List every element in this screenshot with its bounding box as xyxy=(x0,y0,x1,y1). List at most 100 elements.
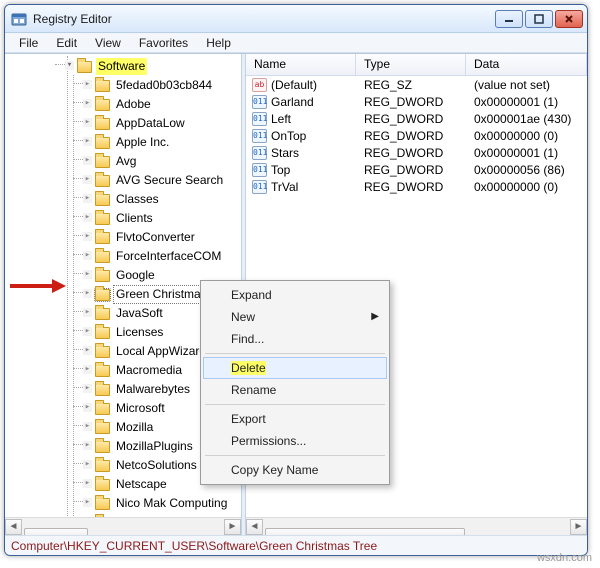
tree-item[interactable]: Adobe xyxy=(83,94,241,113)
tree-root-label[interactable]: Software xyxy=(96,58,147,75)
tree-item-label[interactable]: Google xyxy=(114,267,157,284)
expand-toggle-icon[interactable] xyxy=(83,270,92,279)
tree-item-label[interactable]: Malwarebytes xyxy=(114,381,192,398)
expand-toggle-icon[interactable] xyxy=(83,422,92,431)
tree-item-label[interactable]: Mozilla xyxy=(114,419,155,436)
context-menu-item[interactable]: Export xyxy=(203,408,387,430)
tree-item-label[interactable]: Microsoft xyxy=(114,400,167,417)
maximize-button[interactable] xyxy=(525,10,553,28)
menubar: File Edit View Favorites Help xyxy=(5,33,587,53)
scroll-thumb[interactable] xyxy=(265,528,465,536)
tree-item-label[interactable]: Clients xyxy=(114,210,155,227)
value-row[interactable]: 011LeftREG_DWORD0x000001ae (430) xyxy=(246,110,587,127)
expand-toggle-icon[interactable] xyxy=(83,156,92,165)
expand-toggle-icon[interactable] xyxy=(83,403,92,412)
value-row[interactable]: 011TrValREG_DWORD0x00000000 (0) xyxy=(246,178,587,195)
tree-hscrollbar[interactable]: ◄ ► xyxy=(5,517,241,535)
context-menu-item[interactable]: Copy Key Name xyxy=(203,459,387,481)
value-row[interactable]: ab(Default)REG_SZ(value not set) xyxy=(246,76,587,93)
scroll-left-icon[interactable]: ◄ xyxy=(246,519,263,535)
value-row[interactable]: 011GarlandREG_DWORD0x00000001 (1) xyxy=(246,93,587,110)
menu-view[interactable]: View xyxy=(87,34,129,52)
tree-item-label[interactable]: Classes xyxy=(114,191,161,208)
tree-item-label[interactable]: Avg xyxy=(114,153,138,170)
expand-toggle-icon[interactable] xyxy=(83,498,92,507)
expand-toggle-icon[interactable] xyxy=(83,327,92,336)
expand-toggle-icon[interactable] xyxy=(83,99,92,108)
column-data[interactable]: Data xyxy=(466,54,587,75)
context-menu-item[interactable]: Expand xyxy=(203,284,387,306)
expand-toggle-icon[interactable] xyxy=(83,251,92,260)
column-type[interactable]: Type xyxy=(356,54,466,75)
tree-item-label[interactable]: JavaSoft xyxy=(114,305,165,322)
scroll-left-icon[interactable]: ◄ xyxy=(5,519,22,535)
folder-icon xyxy=(95,156,110,168)
context-menu-item[interactable]: Delete xyxy=(203,357,387,379)
tree-item-label[interactable]: MozillaPlugins xyxy=(114,438,195,455)
value-row[interactable]: 011StarsREG_DWORD0x00000001 (1) xyxy=(246,144,587,161)
context-menu-item[interactable]: Rename xyxy=(203,379,387,401)
tree-item-label[interactable]: Licenses xyxy=(114,324,165,341)
context-menu-item[interactable]: Find... xyxy=(203,328,387,350)
tree-item[interactable]: Nico Mak Computing xyxy=(83,493,241,512)
context-menu-item[interactable]: Permissions... xyxy=(203,430,387,452)
expand-toggle-icon[interactable] xyxy=(83,194,92,203)
scroll-right-icon[interactable]: ► xyxy=(224,519,241,535)
expand-toggle-icon[interactable] xyxy=(83,289,92,298)
tree-item[interactable]: AppDataLow xyxy=(83,113,241,132)
expand-toggle-icon[interactable] xyxy=(83,346,92,355)
context-menu-item[interactable]: New▶ xyxy=(203,306,387,328)
tree-item-label[interactable]: FlvtoConverter xyxy=(114,229,197,246)
expand-toggle-icon[interactable] xyxy=(83,80,92,89)
tree-item-label[interactable]: Adobe xyxy=(114,96,153,113)
expand-toggle-icon[interactable] xyxy=(83,118,92,127)
expand-toggle-icon[interactable] xyxy=(83,479,92,488)
close-button[interactable] xyxy=(555,10,583,28)
expand-toggle-icon[interactable] xyxy=(83,365,92,374)
tree-item[interactable]: Classes xyxy=(83,189,241,208)
scroll-thumb[interactable] xyxy=(24,528,88,536)
tree-item-label[interactable]: Apple Inc. xyxy=(114,134,171,151)
value-row[interactable]: 011TopREG_DWORD0x00000056 (86) xyxy=(246,161,587,178)
tree-item[interactable]: Apple Inc. xyxy=(83,132,241,151)
expand-toggle-icon[interactable] xyxy=(83,308,92,317)
tree-item[interactable]: Clients xyxy=(83,208,241,227)
menu-help[interactable]: Help xyxy=(198,34,239,52)
tree-item[interactable]: ForceInterfaceCOM xyxy=(83,246,241,265)
expand-toggle-icon[interactable] xyxy=(83,213,92,222)
expand-toggle-icon[interactable] xyxy=(83,137,92,146)
scroll-right-icon[interactable]: ► xyxy=(570,519,587,535)
tree-item-label[interactable]: NetcoSolutions xyxy=(114,457,199,474)
expand-toggle-icon[interactable] xyxy=(83,384,92,393)
context-menu-label: Copy Key Name xyxy=(231,463,318,477)
tree-item-label[interactable]: Macromedia xyxy=(114,362,184,379)
tree-item-label[interactable]: Local AppWizard xyxy=(114,343,208,360)
tree-item-label[interactable]: 5fedad0b03cb844 xyxy=(114,77,214,94)
menu-file[interactable]: File xyxy=(11,34,46,52)
minimize-button[interactable] xyxy=(495,10,523,28)
expand-toggle-icon[interactable] xyxy=(83,232,92,241)
expand-toggle-icon[interactable] xyxy=(83,441,92,450)
menu-favorites[interactable]: Favorites xyxy=(131,34,196,52)
tree-item-label[interactable]: ForceInterfaceCOM xyxy=(114,248,223,265)
expand-toggle-icon[interactable] xyxy=(65,61,74,70)
expand-toggle-icon[interactable] xyxy=(83,460,92,469)
reg-dword-icon: 011 xyxy=(252,129,267,143)
value-row[interactable]: 011OnTopREG_DWORD0x00000000 (0) xyxy=(246,127,587,144)
expand-toggle-icon[interactable] xyxy=(83,175,92,184)
values-header[interactable]: Name Type Data xyxy=(246,54,587,76)
tree-item-label[interactable]: Nico Mak Computing xyxy=(114,495,229,512)
tree-item[interactable]: AVG Secure Search xyxy=(83,170,241,189)
titlebar[interactable]: Registry Editor xyxy=(5,5,587,33)
column-name[interactable]: Name xyxy=(246,54,356,75)
values-hscrollbar[interactable]: ◄ ► xyxy=(246,517,587,535)
menu-edit[interactable]: Edit xyxy=(48,34,85,52)
tree-item[interactable]: FlvtoConverter xyxy=(83,227,241,246)
context-menu[interactable]: ExpandNew▶Find... DeleteRename ExportPermi… xyxy=(200,280,390,485)
tree-item-label[interactable]: AVG Secure Search xyxy=(114,172,225,189)
tree-item-label[interactable]: AppDataLow xyxy=(114,115,187,132)
tree-item-label[interactable]: Netscape xyxy=(114,476,169,493)
folder-icon xyxy=(95,251,110,263)
tree-item[interactable]: Avg xyxy=(83,151,241,170)
tree-item[interactable]: 5fedad0b03cb844 xyxy=(83,75,241,94)
